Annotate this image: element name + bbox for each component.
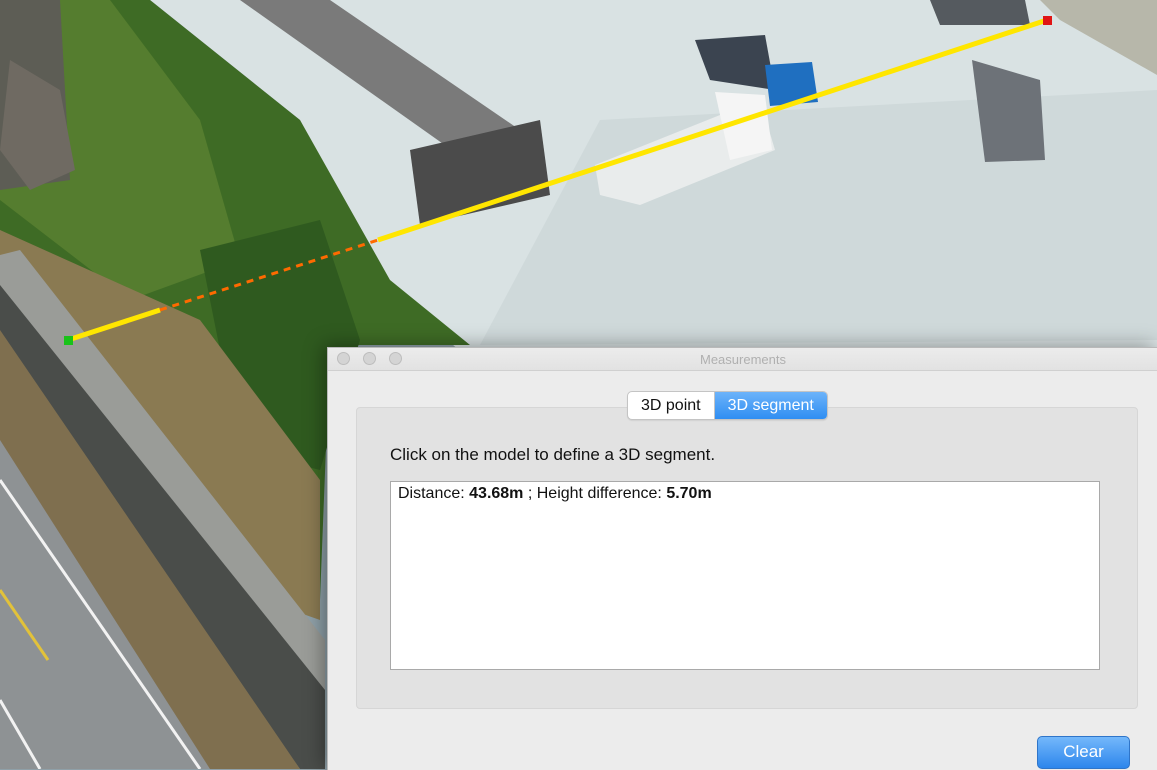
- clear-button[interactable]: Clear: [1037, 736, 1130, 769]
- instruction-text: Click on the model to define a 3D segmen…: [390, 445, 716, 464]
- distance-label: Distance:: [398, 485, 470, 502]
- distance-value: 43.68m: [469, 485, 524, 502]
- segment-start-marker[interactable]: [64, 336, 73, 345]
- height-difference-label: ; Height difference:: [523, 485, 667, 502]
- window-titlebar[interactable]: Measurements: [328, 348, 1157, 371]
- tab-3d-segment[interactable]: 3D segment: [713, 392, 827, 419]
- measurement-results-box[interactable]: Distance: 43.68m ; Height difference: 5.…: [390, 481, 1100, 670]
- mode-tabs: 3D point 3D segment: [627, 391, 828, 420]
- window-title: Measurements: [700, 352, 786, 367]
- tab-3d-point[interactable]: 3D point: [628, 392, 714, 419]
- measurements-window: Measurements 3D point 3D segment Click o…: [327, 347, 1157, 770]
- segment-end-marker[interactable]: [1043, 16, 1052, 25]
- height-difference-value: 5.70m: [666, 485, 712, 502]
